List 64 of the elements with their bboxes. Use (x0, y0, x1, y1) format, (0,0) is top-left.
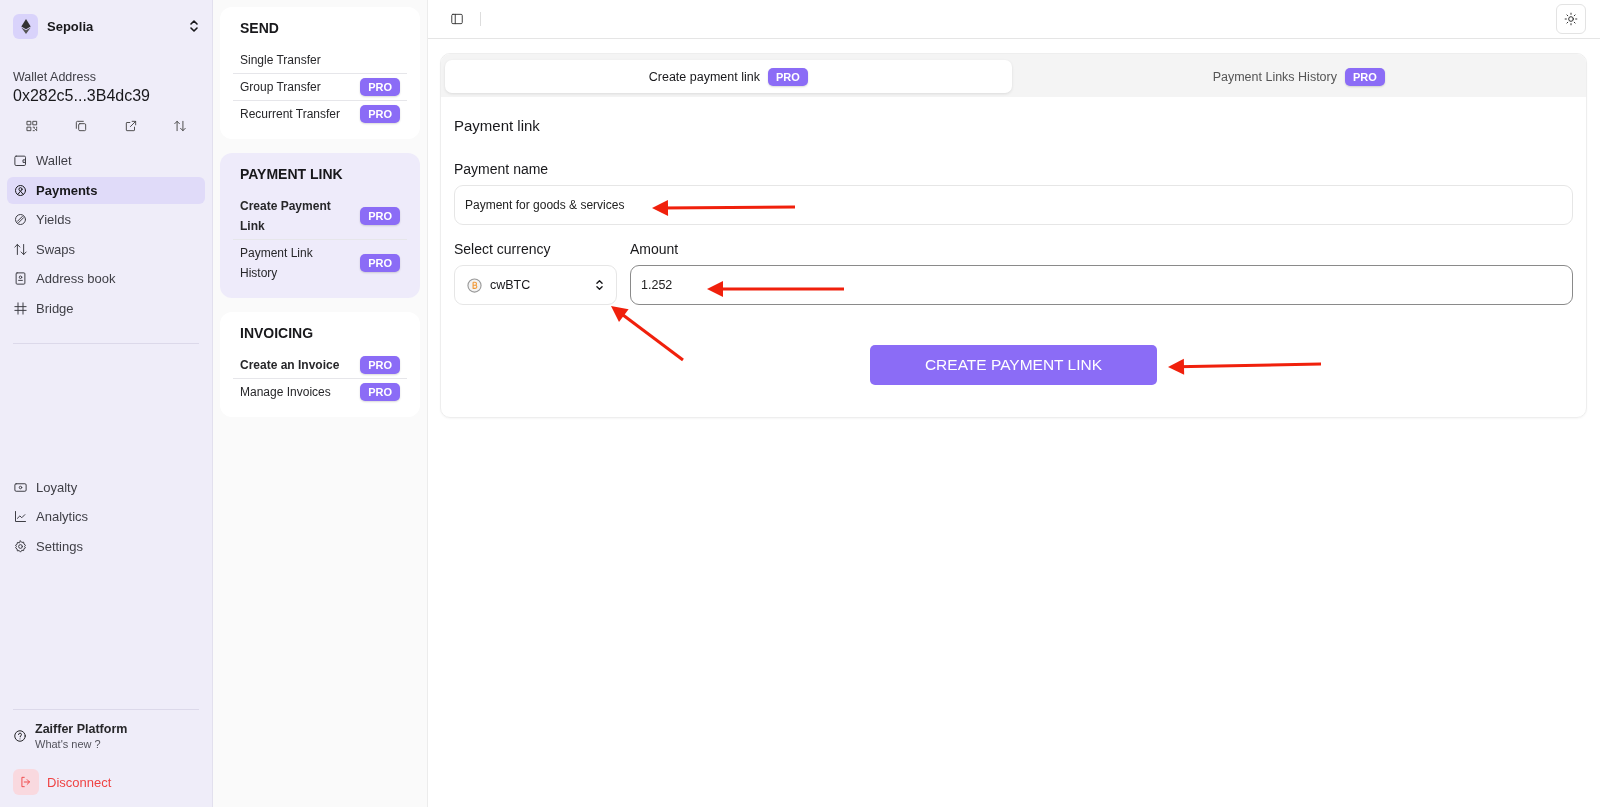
swap-icon (173, 119, 188, 133)
nav-item[interactable]: Loyalty (7, 473, 205, 501)
settings-icon (13, 538, 28, 554)
nav-item[interactable]: Bridge (7, 294, 205, 322)
pro-badge: PRO (767, 67, 808, 86)
swap-icon (13, 241, 28, 257)
amount-field[interactable]: 1.252 (630, 265, 1573, 305)
hash-icon (13, 300, 28, 316)
nav-item[interactable]: Settings (7, 532, 205, 560)
section-title: INVOICING (240, 325, 315, 341)
coin-icon (13, 212, 28, 228)
form-title: Payment link (454, 117, 541, 134)
nav-item[interactable]: Swaps (7, 235, 205, 263)
network-selector[interactable]: Sepolia (7, 12, 205, 40)
nav-item[interactable]: Wallet (7, 147, 205, 174)
address-book-icon (13, 271, 28, 287)
copy-icon (74, 119, 89, 133)
pro-badge: PRO (1345, 67, 1385, 86)
globe-icon (13, 182, 28, 198)
platform-title: Zaiffer Platform (35, 722, 128, 736)
tab[interactable]: Payment Links History PRO (1015, 60, 1582, 93)
pro-badge: PRO (360, 356, 400, 374)
section-title: PAYMENT LINK (240, 166, 344, 182)
chevrons-icon (189, 19, 199, 33)
nav-item[interactable]: Yields (7, 206, 205, 234)
field-label: Amount (630, 241, 680, 257)
chart-icon (13, 509, 28, 525)
logout-icon (19, 775, 33, 789)
qr-code-icon (24, 119, 39, 133)
section-title: SEND (240, 20, 280, 36)
menu-item[interactable]: Group Transfer (240, 77, 321, 97)
pro-badge: PRO (360, 78, 400, 96)
pro-badge: PRO (360, 105, 400, 123)
menu-item[interactable]: Single Transfer (240, 50, 321, 70)
nav-item[interactable]: Address book (7, 265, 205, 293)
help-icon (13, 729, 27, 743)
pro-badge: PRO (360, 207, 400, 225)
menu-item[interactable]: Recurrent Transfer (240, 104, 341, 124)
menu-item[interactable]: Payment Link History (240, 243, 350, 283)
external-link-icon (123, 119, 138, 133)
field-label: Payment name (454, 161, 550, 177)
menu-item[interactable]: Create Payment Link (240, 196, 350, 236)
network-name: Sepolia (47, 18, 95, 34)
sun-icon (1564, 12, 1578, 26)
tab[interactable]: Create payment link PRO (445, 60, 1012, 93)
menu-item[interactable]: Manage Invoices (240, 382, 331, 402)
field-label: Select currency (454, 241, 552, 257)
pro-badge: PRO (360, 254, 400, 272)
ethereum-icon (20, 18, 31, 34)
wallet-address: 0x282c5...3B4dc39 (13, 87, 151, 105)
sidebar-icon (450, 12, 464, 26)
theme-toggle-button[interactable] (1556, 4, 1586, 34)
wallet-icon (13, 153, 28, 168)
payment-name-field[interactable]: Payment for goods & services (454, 185, 1573, 225)
wallet-label: Wallet Address (13, 70, 97, 84)
nav-item[interactable]: Analytics (7, 503, 205, 531)
bitcoin-icon (467, 277, 482, 293)
nav-item[interactable]: Payments (7, 176, 205, 204)
currency-select[interactable]: cwBTC (454, 265, 617, 305)
chevrons-icon (595, 279, 604, 291)
create-payment-link-button[interactable]: CREATE PAYMENT LINK (870, 345, 1157, 385)
whats-new-link[interactable]: What's new ? (35, 738, 128, 750)
pro-badge: PRO (360, 383, 400, 401)
menu-item[interactable]: Create an Invoice (240, 355, 340, 375)
